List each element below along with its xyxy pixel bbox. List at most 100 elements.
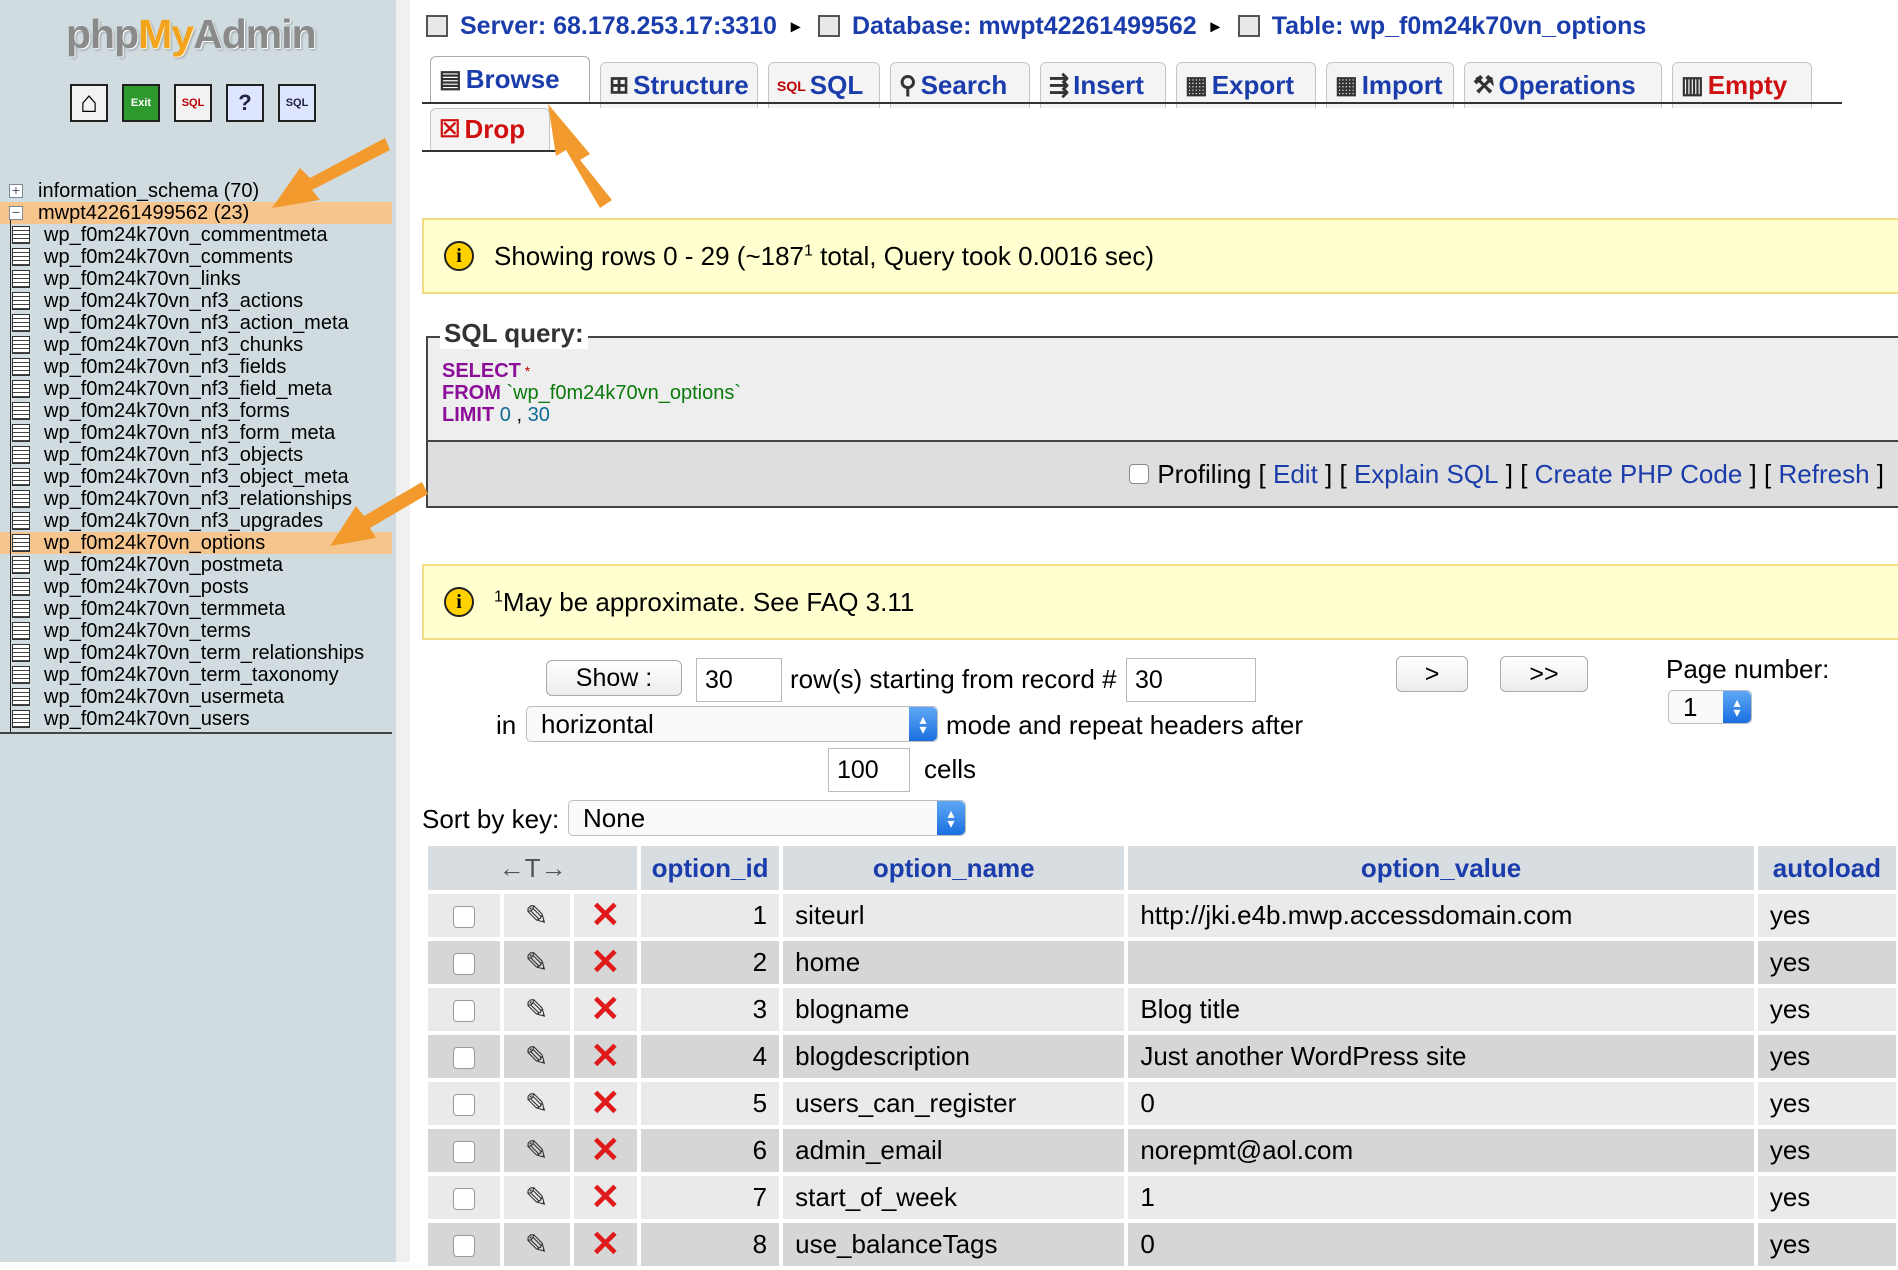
row-checkbox[interactable] — [452, 1094, 475, 1117]
table-icon[interactable] — [12, 644, 30, 662]
tab-browse[interactable]: ▤ Browse — [430, 56, 590, 102]
delete-x-icon[interactable]: ✕ — [590, 1035, 620, 1076]
repeat-cells-input[interactable]: 100 — [828, 748, 910, 792]
tree-table-item[interactable]: wp_f0m24k70vn_nf3_form_meta — [0, 422, 392, 444]
edit-link[interactable]: Edit — [1273, 459, 1318, 490]
column-header-option-value[interactable]: option_value — [1128, 846, 1754, 890]
table-icon[interactable] — [12, 402, 30, 420]
table-icon[interactable] — [12, 666, 30, 684]
table-icon[interactable] — [12, 512, 30, 530]
edit-pencil-icon[interactable]: ✎ — [525, 1229, 548, 1260]
tree-table-item[interactable]: wp_f0m24k70vn_nf3_objects — [0, 444, 392, 466]
edit-pencil-icon[interactable]: ✎ — [525, 1041, 548, 1072]
exit-icon[interactable]: Exit — [122, 84, 160, 122]
expand-icon[interactable]: + — [9, 183, 23, 198]
delete-x-icon[interactable]: ✕ — [590, 1129, 620, 1170]
sql-query-text[interactable]: SELECT * FROM `wp_f0m24k70vn_options` LI… — [442, 360, 741, 426]
table-icon[interactable] — [12, 490, 30, 508]
tree-table-item[interactable]: wp_f0m24k70vn_term_taxonomy — [0, 664, 392, 686]
create-php-code-link[interactable]: Create PHP Code — [1535, 459, 1743, 490]
table-icon[interactable] — [12, 468, 30, 486]
tree-table-item[interactable]: wp_f0m24k70vn_nf3_action_meta — [0, 312, 392, 334]
row-checkbox[interactable] — [452, 906, 475, 929]
tree-table-item[interactable]: wp_f0m24k70vn_term_relationships — [0, 642, 392, 664]
edit-pencil-icon[interactable]: ✎ — [525, 1135, 548, 1166]
column-arrows-header[interactable]: ←T→ — [428, 846, 638, 890]
table-icon[interactable] — [12, 270, 30, 288]
next-page-button[interactable]: > — [1396, 656, 1468, 692]
table-icon[interactable] — [12, 358, 30, 376]
tree-table-item[interactable]: wp_f0m24k70vn_nf3_field_meta — [0, 378, 392, 400]
help-icon[interactable]: ? — [226, 84, 264, 122]
column-header-autoload[interactable]: autoload — [1757, 846, 1896, 890]
tab-drop[interactable]: ☒ Drop — [430, 108, 550, 150]
delete-x-icon[interactable]: ✕ — [590, 1223, 620, 1264]
edit-pencil-icon[interactable]: ✎ — [525, 1088, 548, 1119]
row-checkbox[interactable] — [452, 1235, 475, 1258]
breadcrumb-database[interactable]: Database: mwpt42261499562 — [852, 12, 1197, 41]
tree-table-item[interactable]: wp_f0m24k70vn_links — [0, 268, 392, 290]
row-checkbox[interactable] — [452, 1047, 475, 1070]
delete-x-icon[interactable]: ✕ — [590, 1176, 620, 1217]
rows-count-input[interactable]: 30 — [696, 658, 782, 702]
table-icon[interactable] — [12, 424, 30, 442]
delete-x-icon[interactable]: ✕ — [590, 1082, 620, 1123]
tree-table-item[interactable]: wp_f0m24k70vn_usermeta — [0, 686, 392, 708]
start-record-input[interactable]: 30 — [1126, 658, 1256, 702]
table-icon[interactable] — [12, 556, 30, 574]
delete-x-icon[interactable]: ✕ — [590, 941, 620, 982]
table-icon[interactable] — [12, 248, 30, 266]
page-number-select[interactable]: 1 ▴ ▾ — [1668, 690, 1752, 724]
edit-pencil-icon[interactable]: ✎ — [525, 1182, 548, 1213]
breadcrumb-table[interactable]: Table: wp_f0m24k70vn_options — [1272, 12, 1647, 41]
tree-table-item[interactable]: wp_f0m24k70vn_nf3_object_meta — [0, 466, 392, 488]
sql-icon[interactable]: SQL — [174, 84, 212, 122]
column-header-option-name[interactable]: option_name — [783, 846, 1125, 890]
home-icon[interactable]: ⌂ — [70, 84, 108, 122]
tree-table-item[interactable]: wp_f0m24k70vn_options — [0, 532, 392, 554]
table-icon[interactable] — [12, 292, 30, 310]
tree-table-item[interactable]: wp_f0m24k70vn_nf3_fields — [0, 356, 392, 378]
tree-table-item[interactable]: wp_f0m24k70vn_nf3_forms — [0, 400, 392, 422]
tree-table-item[interactable]: wp_f0m24k70vn_nf3_upgrades — [0, 510, 392, 532]
table-icon[interactable] — [12, 336, 30, 354]
tree-table-item[interactable]: wp_f0m24k70vn_nf3_actions — [0, 290, 392, 312]
edit-pencil-icon[interactable]: ✎ — [525, 994, 548, 1025]
query-window-icon[interactable]: SQL — [278, 84, 316, 122]
tree-table-item[interactable]: wp_f0m24k70vn_comments — [0, 246, 392, 268]
table-icon[interactable] — [12, 534, 30, 552]
row-checkbox[interactable] — [452, 1141, 475, 1164]
edit-pencil-icon[interactable]: ✎ — [525, 900, 548, 931]
display-mode-select[interactable]: horizontal ▴ ▾ — [526, 706, 938, 742]
profiling-checkbox[interactable] — [1129, 464, 1150, 484]
table-icon[interactable] — [12, 710, 30, 728]
tree-table-item[interactable]: wp_f0m24k70vn_nf3_relationships — [0, 488, 392, 510]
row-checkbox[interactable] — [452, 1188, 475, 1211]
tree-table-item[interactable]: wp_f0m24k70vn_posts — [0, 576, 392, 598]
table-icon[interactable] — [12, 314, 30, 332]
table-icon[interactable] — [12, 226, 30, 244]
tree-table-item[interactable]: wp_f0m24k70vn_termmeta — [0, 598, 392, 620]
table-icon[interactable] — [12, 380, 30, 398]
row-checkbox[interactable] — [452, 1000, 475, 1023]
edit-pencil-icon[interactable]: ✎ — [525, 947, 548, 978]
tree-table-item[interactable]: wp_f0m24k70vn_nf3_chunks — [0, 334, 392, 356]
sort-by-key-select[interactable]: None ▴ ▾ — [568, 800, 966, 836]
tree-table-item[interactable]: wp_f0m24k70vn_commentmeta — [0, 224, 392, 246]
refresh-link[interactable]: Refresh — [1778, 459, 1869, 490]
tree-table-item[interactable]: wp_f0m24k70vn_terms — [0, 620, 392, 642]
table-icon[interactable] — [12, 446, 30, 464]
breadcrumb-server[interactable]: Server: 68.178.253.17:3310 — [460, 12, 777, 41]
last-page-button[interactable]: >> — [1500, 656, 1588, 692]
table-icon[interactable] — [12, 622, 30, 640]
tree-database-item[interactable]: + information_schema (70) — [0, 180, 392, 202]
delete-x-icon[interactable]: ✕ — [590, 894, 620, 935]
tree-database-item[interactable]: − mwpt42261499562 (23) — [0, 202, 392, 224]
phpmyadmin-logo[interactable]: phpMyAdmin — [66, 8, 326, 60]
table-icon[interactable] — [12, 600, 30, 618]
tree-table-item[interactable]: wp_f0m24k70vn_postmeta — [0, 554, 392, 576]
tree-table-item[interactable]: wp_f0m24k70vn_users — [0, 708, 392, 730]
row-checkbox[interactable] — [452, 953, 475, 976]
column-header-option-id[interactable]: option_id — [641, 846, 780, 890]
show-button[interactable]: Show : — [546, 660, 682, 696]
